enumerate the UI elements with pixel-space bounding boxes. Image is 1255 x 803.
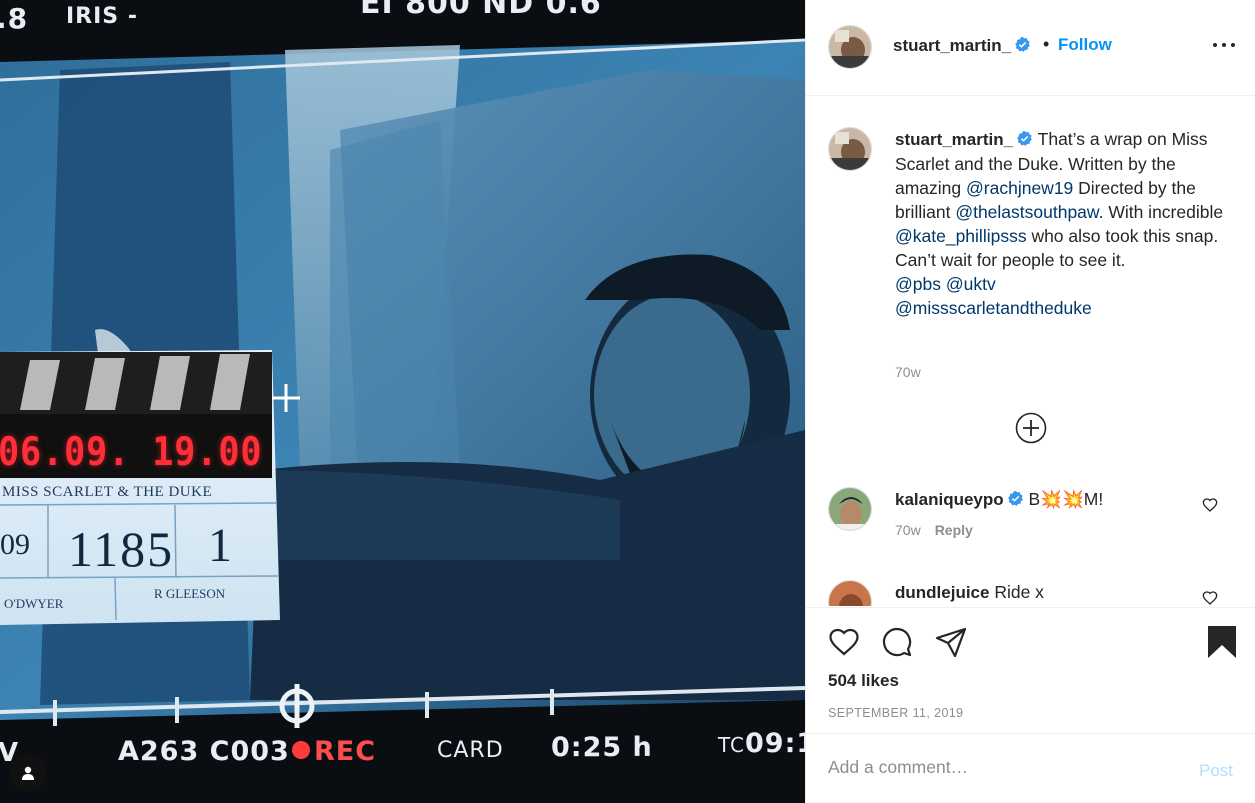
save-bookmark-icon[interactable] bbox=[1207, 625, 1237, 659]
header-separator: • bbox=[1043, 34, 1050, 54]
comments-section[interactable]: stuart_martin_ That’s a wrap on Miss Sca… bbox=[806, 97, 1255, 606]
more-dot bbox=[1222, 43, 1226, 47]
commenter-avatar[interactable] bbox=[828, 487, 872, 531]
author-avatar[interactable] bbox=[828, 25, 872, 69]
comment-text: Ride x bbox=[989, 582, 1044, 602]
follow-button[interactable]: Follow bbox=[1058, 35, 1112, 55]
author-avatar-image bbox=[829, 26, 871, 68]
mention-link[interactable]: @uktv bbox=[946, 274, 996, 294]
comment-meta: 70w Reply bbox=[895, 522, 973, 538]
share-paper-plane-icon[interactable] bbox=[935, 626, 967, 658]
post-comment-button[interactable]: Post bbox=[1199, 761, 1233, 781]
more-options-icon[interactable] bbox=[1213, 38, 1235, 52]
likes-count[interactable]: 504 likes bbox=[828, 671, 899, 691]
post-actions: 504 likes SEPTEMBER 11, 2019 bbox=[806, 607, 1255, 733]
verified-badge-icon bbox=[1007, 490, 1023, 506]
mention-link[interactable]: @rachjnew19 bbox=[966, 178, 1073, 198]
caption-text: stuart_martin_ That’s a wrap on Miss Sca… bbox=[895, 127, 1228, 320]
hud-timecode: TC09:1 bbox=[718, 728, 805, 759]
more-dot bbox=[1213, 43, 1217, 47]
photo-scene bbox=[0, 0, 805, 803]
caption-segment: . With incredible bbox=[1098, 202, 1224, 222]
commenter-avatar-image bbox=[829, 581, 871, 606]
hud-remaining: 0:25 h bbox=[551, 732, 653, 763]
hud-rec: REC bbox=[292, 736, 376, 767]
comment-timestamp[interactable]: 70w bbox=[895, 522, 921, 538]
caption-timestamp[interactable]: 70w bbox=[895, 364, 921, 380]
tagged-users-button[interactable] bbox=[9, 754, 47, 792]
author-username-text: stuart_martin_ bbox=[893, 36, 1012, 55]
comment-bubble-icon[interactable] bbox=[881, 626, 913, 658]
mention-link[interactable]: @pbs bbox=[895, 274, 941, 294]
comment-body: kalaniqueypo B💥💥M! bbox=[895, 487, 1195, 512]
commenter-username[interactable]: dundlejuice bbox=[895, 583, 989, 602]
caption-avatar[interactable] bbox=[828, 127, 872, 171]
add-comment-bar: Post bbox=[806, 733, 1255, 803]
reply-button[interactable]: Reply bbox=[935, 522, 973, 538]
instagram-post: .8 IRIS - EI 800 ND 0.6 06.09. 19.00 MIS… bbox=[0, 0, 1255, 803]
post-date[interactable]: SEPTEMBER 11, 2019 bbox=[828, 706, 964, 720]
post-photo[interactable]: .8 IRIS - EI 800 ND 0.6 06.09. 19.00 MIS… bbox=[0, 0, 805, 803]
hud-reel: A263 C003 bbox=[118, 736, 290, 767]
hud-tc-value: 09:1 bbox=[745, 728, 805, 759]
hud-card: CARD bbox=[437, 738, 504, 763]
verified-badge-icon bbox=[1017, 130, 1032, 146]
post-header: stuart_martin_ • Follow bbox=[806, 0, 1255, 96]
commenter-username[interactable]: kalaniqueypo bbox=[895, 490, 1004, 509]
load-more-comments-icon[interactable] bbox=[1015, 412, 1047, 444]
caption-avatar-image bbox=[829, 128, 871, 170]
commenter-avatar[interactable] bbox=[828, 580, 872, 606]
mention-link[interactable]: @thelastsouthpaw bbox=[955, 202, 1098, 222]
slate-dop: R GLEESON bbox=[154, 586, 226, 601]
more-dot bbox=[1231, 43, 1235, 47]
mention-link[interactable]: @kate_phillipsss bbox=[895, 226, 1027, 246]
comment-input[interactable] bbox=[828, 752, 1158, 782]
slate-director: O'DWYER bbox=[4, 596, 64, 611]
slate-roll: 09 bbox=[0, 528, 30, 561]
caption-username[interactable]: stuart_martin_ bbox=[895, 130, 1013, 149]
hud-ei: EI 800 ND 0.6 bbox=[360, 0, 602, 21]
commenter-avatar-image bbox=[829, 488, 871, 530]
author-username[interactable]: stuart_martin_ bbox=[893, 36, 1031, 56]
slate-scene: 1185 bbox=[68, 521, 175, 577]
hud-tc-label: TC bbox=[718, 733, 746, 757]
verified-badge-icon bbox=[1015, 36, 1030, 52]
comment-like-heart-icon[interactable] bbox=[1202, 590, 1218, 606]
post-sidebar: stuart_martin_ • Follow stuart_martin_ T… bbox=[805, 0, 1255, 803]
comment-text: B💥💥M! bbox=[1023, 489, 1104, 509]
slate-take: 1 bbox=[208, 519, 232, 572]
comment-body: dundlejuice Ride x bbox=[895, 580, 1195, 605]
slate-date: 06.09. 19.00 bbox=[0, 430, 263, 475]
like-heart-icon[interactable] bbox=[828, 626, 860, 658]
hud-aperture: .8 bbox=[0, 2, 29, 35]
slate-title: MISS SCARLET & THE DUKE bbox=[2, 484, 213, 500]
user-icon bbox=[22, 766, 34, 780]
hud-iris: IRIS - bbox=[66, 4, 138, 29]
comment-like-heart-icon[interactable] bbox=[1202, 497, 1218, 513]
mention-link[interactable]: @missscarletandtheduke bbox=[895, 298, 1092, 318]
